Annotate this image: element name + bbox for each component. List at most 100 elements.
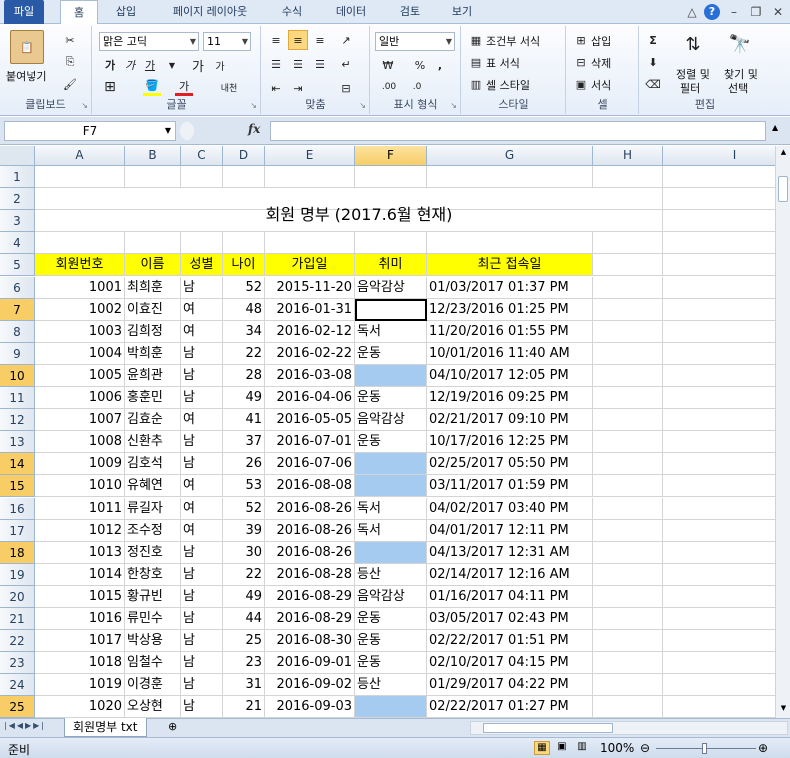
align-top-icon[interactable]: ≡ [266, 30, 286, 50]
row-header[interactable]: 7 [0, 298, 35, 321]
table-cell[interactable]: 남 [181, 585, 223, 608]
column-header-d[interactable]: D [223, 146, 265, 166]
row-header[interactable]: 5 [0, 254, 35, 277]
conditional-format-button[interactable]: 조건부 서식 [486, 33, 540, 49]
table-cell[interactable]: 여 [181, 497, 223, 520]
grid-cell[interactable] [663, 277, 775, 299]
table-cell[interactable]: 2016-02-22 [265, 342, 355, 365]
table-cell[interactable]: 음악감상 [355, 409, 427, 432]
fill-color-icon[interactable]: 🪣 [143, 78, 161, 96]
column-header-f[interactable]: F [355, 146, 427, 166]
table-cell[interactable]: 1018 [35, 652, 125, 675]
table-cell[interactable]: 2016-09-01 [265, 652, 355, 675]
grid-cell[interactable] [35, 166, 125, 189]
table-cell[interactable]: 남 [181, 387, 223, 410]
row-header[interactable]: 3 [0, 210, 35, 233]
table-cell[interactable] [355, 364, 427, 387]
table-cell[interactable]: 김호석 [125, 453, 181, 476]
font-grow-icon[interactable]: 가 [189, 56, 207, 75]
new-sheet-icon[interactable]: ⊕ [168, 720, 184, 735]
table-cell[interactable]: 1007 [35, 409, 125, 432]
table-cell[interactable]: 등산 [355, 674, 427, 697]
ribbon-collapse-icon[interactable]: △ [684, 3, 700, 21]
grid-cell[interactable] [663, 630, 775, 653]
grid-cell[interactable] [663, 542, 775, 564]
grid-cell[interactable] [593, 298, 663, 321]
italic-icon[interactable]: 가 [121, 56, 139, 74]
row-header[interactable]: 1 [0, 166, 35, 189]
grid-cell[interactable] [593, 475, 663, 498]
grid-cell[interactable] [593, 652, 663, 675]
table-cell[interactable]: 2016-08-28 [265, 563, 355, 586]
name-box[interactable]: F7 ▼ [4, 121, 176, 141]
table-cell[interactable]: 2016-04-06 [265, 387, 355, 410]
table-cell[interactable]: 1008 [35, 431, 125, 454]
grid-cell[interactable] [355, 232, 427, 255]
align-left-icon[interactable]: ☰ [266, 54, 286, 74]
table-cell[interactable]: 2016-08-29 [265, 585, 355, 608]
row-header[interactable]: 21 [0, 608, 35, 631]
table-cell[interactable]: 남 [181, 342, 223, 365]
zoom-level[interactable]: 100% [600, 741, 634, 755]
column-header-h[interactable]: H [593, 146, 663, 166]
table-cell[interactable]: 남 [181, 608, 223, 631]
table-cell[interactable]: 02/22/2017 01:27 PM [427, 696, 593, 718]
border-icon[interactable]: ⊞ [101, 78, 119, 96]
grid-cell[interactable] [35, 210, 125, 233]
page-break-view-icon[interactable]: ▥ [574, 741, 590, 755]
grid-cell[interactable] [593, 674, 663, 697]
grid-cell[interactable] [427, 232, 593, 255]
table-cell[interactable]: 01/29/2017 04:22 PM [427, 674, 593, 697]
table-cell[interactable]: 10/17/2016 12:25 PM [427, 431, 593, 454]
formula-input[interactable] [270, 121, 766, 141]
grid-cell[interactable] [593, 519, 663, 542]
format-painter-icon[interactable]: 🖌 [62, 76, 78, 92]
grid-cell[interactable] [223, 232, 265, 255]
scroll-down-icon[interactable]: ▼ [778, 704, 789, 716]
h-scroll-thumb[interactable] [483, 723, 613, 733]
grid-cell[interactable] [593, 210, 663, 233]
table-cell[interactable]: 최희훈 [125, 276, 181, 299]
table-cell[interactable]: 여 [181, 298, 223, 321]
table-cell[interactable]: 1009 [35, 453, 125, 476]
table-cell[interactable]: 여 [181, 475, 223, 498]
grid-cell[interactable] [663, 608, 775, 631]
table-cell[interactable]: 10/01/2016 11:40 AM [427, 342, 593, 365]
table-cell[interactable]: 52 [223, 276, 265, 299]
table-cell[interactable]: 21 [223, 696, 265, 718]
row-header[interactable]: 14 [0, 453, 35, 476]
sheet-tab-active[interactable]: 회원명부 txt [64, 718, 147, 737]
grid-cell[interactable] [663, 166, 775, 189]
table-cell[interactable]: 1004 [35, 342, 125, 365]
chevron-down-icon[interactable]: ▼ [165, 122, 171, 140]
table-cell[interactable]: 남 [181, 696, 223, 718]
table-cell[interactable]: 1020 [35, 696, 125, 718]
select-all-corner[interactable] [0, 146, 35, 166]
chevron-down-icon[interactable]: ▼ [165, 56, 179, 74]
table-cell[interactable]: 02/14/2017 12:16 AM [427, 563, 593, 586]
table-cell[interactable]: 1010 [35, 475, 125, 498]
cut-icon[interactable]: ✂ [62, 32, 78, 48]
table-cell[interactable]: 02/22/2017 01:51 PM [427, 630, 593, 653]
restore-icon[interactable]: ❐ [748, 3, 764, 21]
grid-cell[interactable] [593, 497, 663, 520]
table-cell[interactable]: 1015 [35, 585, 125, 608]
row-header[interactable]: 10 [0, 364, 35, 387]
table-cell[interactable]: 26 [223, 453, 265, 476]
table-cell[interactable]: 운동 [355, 630, 427, 653]
table-header-cell[interactable]: 최근 접속일 [427, 254, 593, 277]
tab-insert[interactable]: 삽입 [106, 0, 146, 24]
table-cell[interactable]: 음악감상 [355, 585, 427, 608]
table-cell[interactable]: 조수정 [125, 519, 181, 542]
column-header-e[interactable]: E [265, 146, 355, 166]
table-cell[interactable]: 남 [181, 674, 223, 697]
grid-cell[interactable] [181, 166, 223, 189]
table-cell[interactable]: 2016-02-12 [265, 320, 355, 343]
table-cell[interactable] [355, 453, 427, 476]
font-shrink-icon[interactable]: 가 [211, 56, 229, 74]
row-header[interactable]: 22 [0, 630, 35, 653]
grid-cell[interactable] [593, 387, 663, 410]
table-cell[interactable]: 2016-08-26 [265, 541, 355, 564]
table-cell[interactable]: 음악감상 [355, 276, 427, 299]
row-header[interactable]: 12 [0, 409, 35, 432]
